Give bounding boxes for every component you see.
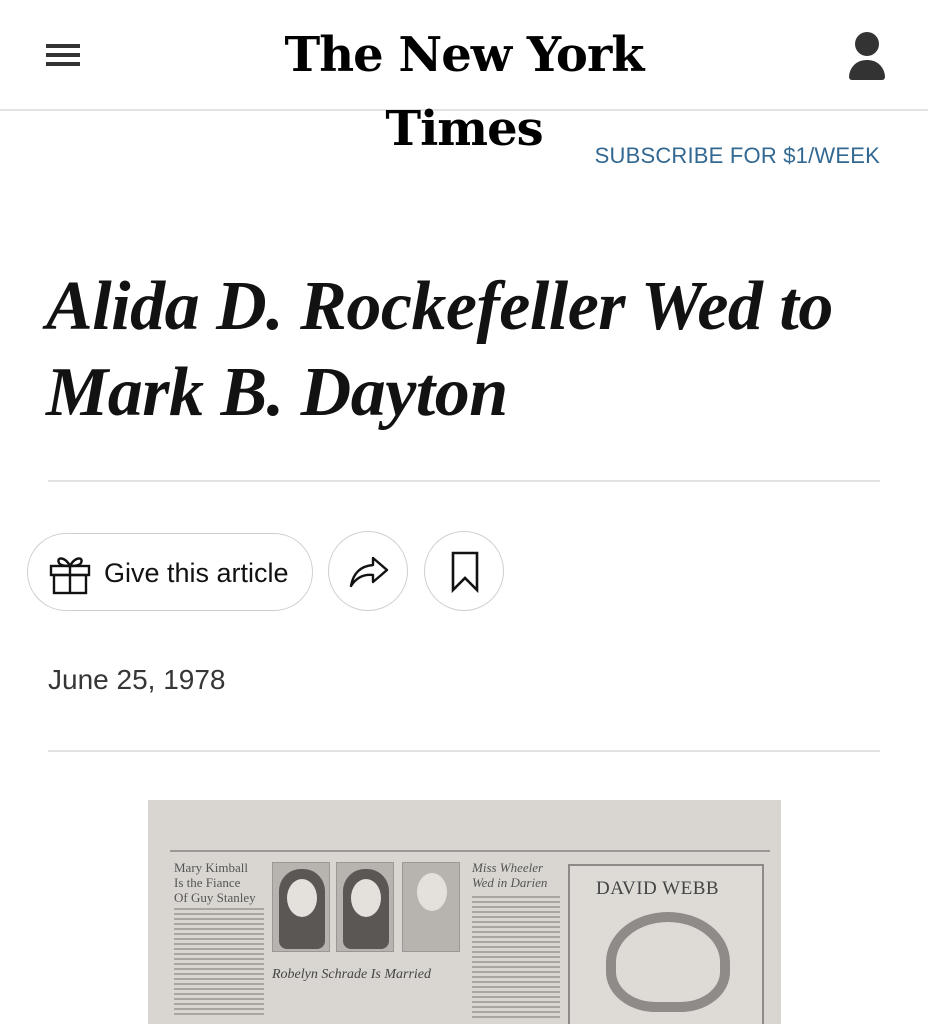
divider <box>48 480 880 482</box>
scan-text-column <box>472 896 560 1021</box>
article-date: June 25, 1978 <box>48 664 226 695</box>
scan-text-column <box>174 908 264 1018</box>
scan-photo <box>336 862 394 952</box>
nyt-logo[interactable]: The New York Times <box>200 18 728 157</box>
scan-subheading: Robelyn Schrade Is Married <box>272 967 432 982</box>
scan-column-heading: Miss Wheeler Wed in Darien <box>472 860 548 890</box>
bookmark-icon <box>451 551 479 594</box>
site-header: The New York Times <box>0 0 928 157</box>
save-bookmark-button[interactable] <box>424 531 504 611</box>
share-arrow-icon <box>349 556 389 588</box>
scan-photo <box>272 862 330 952</box>
hamburger-menu-icon[interactable] <box>46 40 84 70</box>
user-account-icon[interactable] <box>846 32 888 82</box>
give-article-label: Give this article <box>104 558 289 588</box>
gift-icon <box>49 557 91 595</box>
bracelet-illustration <box>606 912 730 1012</box>
scan-column-heading: Mary Kimball Is the Fiance Of Guy Stanle… <box>174 860 256 905</box>
divider <box>48 750 880 752</box>
scan-advertisement: DAVID WEBB <box>568 864 764 1024</box>
newspaper-archive-scan[interactable]: Mary Kimball Is the Fiance Of Guy Stanle… <box>148 800 781 1024</box>
scan-photo <box>402 862 460 952</box>
share-button[interactable] <box>328 531 408 611</box>
scan-ad-title: DAVID WEBB <box>596 878 720 899</box>
article-headline: Alida D. Rockefeller Wed to Mark B. Dayt… <box>46 268 833 431</box>
subscribe-link[interactable]: SUBSCRIBE FOR $1/WEEK <box>595 143 880 169</box>
give-article-button[interactable]: Give this article <box>27 533 313 611</box>
